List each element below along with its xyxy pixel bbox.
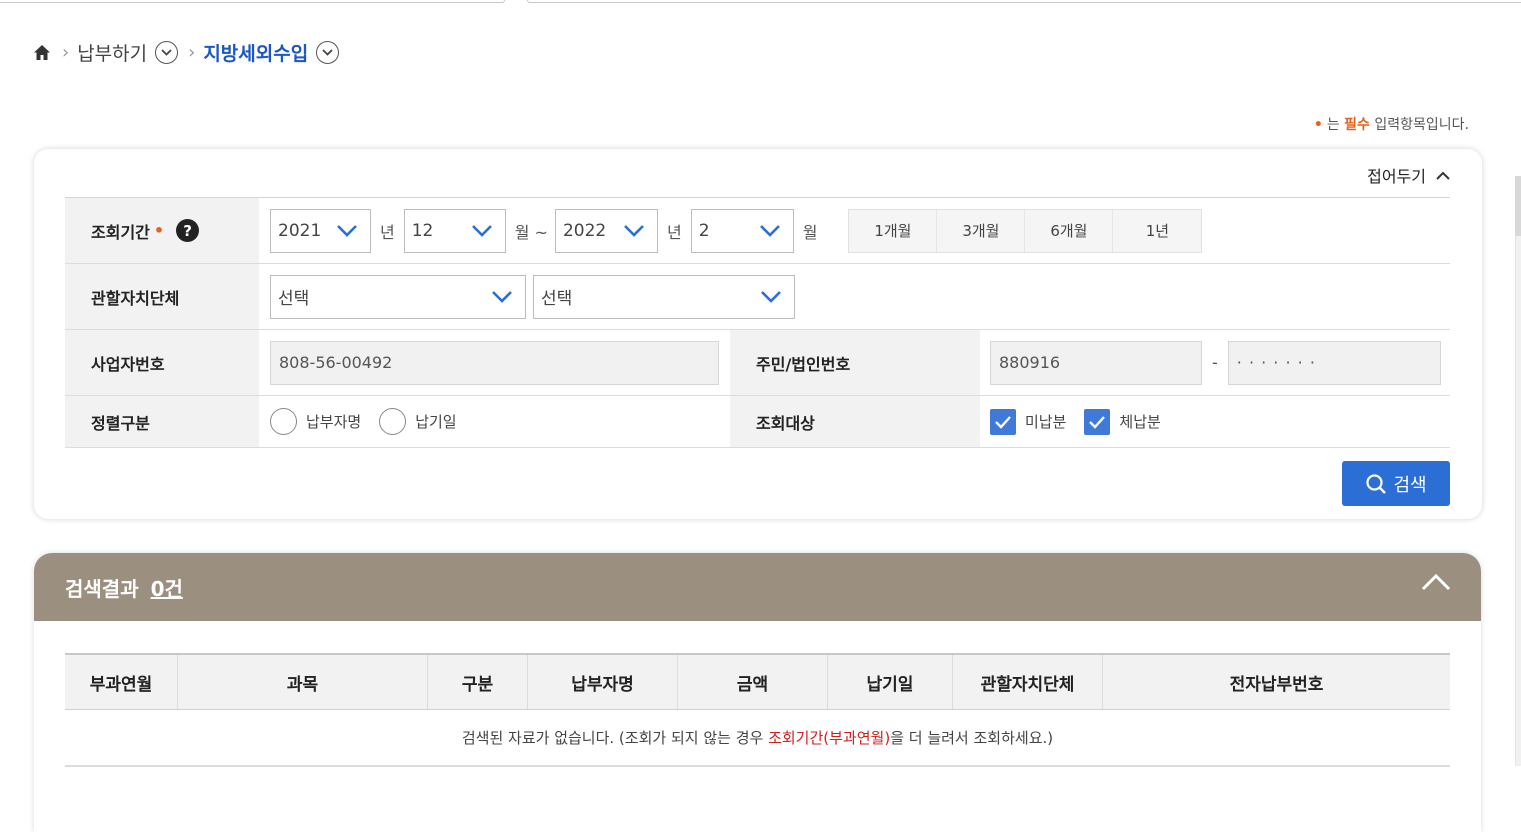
search-form-table: 조회기간 • ? 2021 년 12 월 ~ 2022 년 2 월 1개월 3개… bbox=[65, 197, 1450, 448]
chevron-up-icon bbox=[1436, 171, 1450, 180]
results-title: 검색결과 bbox=[65, 576, 139, 601]
chevron-down-icon bbox=[761, 290, 781, 303]
search-panel: 접어두기 조회기간 • ? 2021 년 12 월 ~ 2022 년 2 월 1… bbox=[34, 149, 1482, 519]
id-number-row: 사업자번호 808-56-00492 주민/법인번호 880916 - · · … bbox=[65, 330, 1450, 396]
help-icon[interactable]: ? bbox=[176, 219, 200, 242]
start-year-select[interactable]: 2021 bbox=[270, 208, 371, 253]
unpaid-checkbox[interactable] bbox=[990, 408, 1016, 435]
breadcrumb: › 납부하기 › 지방세외수입 bbox=[32, 36, 340, 68]
chevron-down-icon bbox=[337, 224, 357, 237]
period-1-month-button[interactable]: 1개월 bbox=[849, 209, 938, 252]
chevron-down-circle-icon[interactable] bbox=[316, 40, 340, 64]
end-year-select[interactable]: 2022 bbox=[554, 208, 658, 253]
home-icon[interactable] bbox=[32, 42, 52, 62]
period-row: 조회기간 • ? 2021 년 12 월 ~ 2022 년 2 월 1개월 3개… bbox=[65, 198, 1450, 264]
sort-target-row: 정렬구분 납부자명 납기일 조회대상 미납분 체납분 bbox=[65, 396, 1450, 448]
start-month-select[interactable]: 12 bbox=[403, 208, 506, 253]
scrollbar-thumb[interactable] bbox=[1515, 176, 1521, 236]
col-subject: 과목 bbox=[178, 655, 428, 709]
required-dot: • bbox=[153, 221, 165, 240]
breadcrumb-item-pay[interactable]: 납부하기 bbox=[77, 39, 147, 66]
resident-no-back-field[interactable]: · · · · · · · bbox=[1227, 340, 1441, 385]
chevron-down-icon bbox=[624, 224, 644, 237]
results-table-header: 부과연월 과목 구분 납부자명 금액 납기일 관할자치단체 전자납부번호 bbox=[65, 653, 1450, 710]
sort-label: 정렬구분 bbox=[65, 396, 259, 447]
chevron-down-circle-icon[interactable] bbox=[155, 40, 179, 64]
resident-no-front-field[interactable]: 880916 bbox=[990, 340, 1202, 385]
required-word: 필수 bbox=[1344, 117, 1370, 133]
period-label: 조회기간 • ? bbox=[65, 198, 259, 263]
chevron-up-icon bbox=[1421, 573, 1451, 591]
unpaid-label[interactable]: 미납분 bbox=[1025, 411, 1066, 432]
required-dot: • bbox=[1313, 117, 1323, 133]
results-panel: 검색결과 0건 부과연월 과목 구분 납부자명 금액 납기일 관할자치단체 전자… bbox=[34, 553, 1481, 832]
end-month-select[interactable]: 2 bbox=[690, 208, 794, 253]
chevron-down-icon bbox=[759, 224, 780, 237]
col-due-date: 납기일 bbox=[828, 655, 953, 709]
jurisdiction-select-1[interactable]: 선택 bbox=[270, 274, 526, 319]
collapse-button[interactable]: 접어두기 bbox=[1367, 163, 1450, 187]
results-table: 부과연월 과목 구분 납부자명 금액 납기일 관할자치단체 전자납부번호 검색된… bbox=[65, 653, 1450, 767]
search-icon bbox=[1366, 473, 1387, 494]
chevron-right-icon: › bbox=[188, 41, 196, 63]
empty-highlight: 조회기간(부과연월) bbox=[768, 729, 891, 747]
col-type: 구분 bbox=[428, 655, 528, 709]
quick-period-group: 1개월 3개월 6개월 1년 bbox=[848, 208, 1203, 253]
overdue-label[interactable]: 체납분 bbox=[1119, 411, 1160, 432]
chevron-down-icon bbox=[471, 224, 492, 237]
chevron-down-icon bbox=[492, 290, 512, 303]
year-unit: 년 bbox=[666, 222, 682, 242]
search-button[interactable]: 검색 bbox=[1342, 461, 1450, 506]
scrollbar-track[interactable] bbox=[1515, 176, 1521, 766]
results-header: 검색결과 0건 bbox=[34, 553, 1481, 621]
col-amount: 금액 bbox=[678, 655, 828, 709]
empty-results-message: 검색된 자료가 없습니다. (조회가 되지 않는 경우 조회기간(부과연월) 을 … bbox=[65, 710, 1450, 767]
results-collapse-button[interactable] bbox=[1421, 573, 1451, 595]
col-payer: 납부자명 bbox=[528, 655, 678, 709]
required-note: • 는 필수 입력항목입니다. bbox=[1313, 117, 1469, 133]
chevron-right-icon: › bbox=[62, 41, 70, 63]
check-icon bbox=[1089, 415, 1106, 429]
business-no-label: 사업자번호 bbox=[65, 330, 259, 395]
period-3-month-button[interactable]: 3개월 bbox=[937, 209, 1026, 252]
top-tab-border bbox=[0, 0, 1521, 4]
period-6-month-button[interactable]: 6개월 bbox=[1025, 209, 1114, 252]
business-no-field[interactable]: 808-56-00492 bbox=[270, 340, 719, 385]
target-label: 조회대상 bbox=[730, 396, 980, 447]
sort-payer-label[interactable]: 납부자명 bbox=[306, 411, 361, 432]
sort-duedate-label[interactable]: 납기일 bbox=[415, 411, 456, 432]
resident-no-dash: - bbox=[1212, 353, 1218, 372]
period-1-year-button[interactable]: 1년 bbox=[1113, 210, 1201, 252]
breadcrumb-item-current[interactable]: 지방세외수입 bbox=[203, 39, 308, 66]
check-icon bbox=[995, 415, 1011, 429]
results-count: 0건 bbox=[150, 576, 183, 601]
jurisdiction-select-2[interactable]: 선택 bbox=[533, 274, 795, 319]
overdue-checkbox[interactable] bbox=[1084, 408, 1111, 435]
col-billing-month: 부과연월 bbox=[65, 655, 178, 709]
col-jurisdiction: 관할자치단체 bbox=[953, 655, 1103, 709]
month-unit: 월 bbox=[802, 222, 818, 242]
month-range-unit: 월 ~ bbox=[514, 222, 548, 242]
resident-no-label: 주민/법인번호 bbox=[730, 330, 980, 395]
col-epay-number: 전자납부번호 bbox=[1229, 674, 1324, 695]
sort-duedate-radio[interactable] bbox=[379, 408, 407, 435]
year-unit: 년 bbox=[380, 222, 395, 242]
jurisdiction-row: 관할자치단체 선택 선택 bbox=[65, 264, 1450, 330]
sort-payer-radio[interactable] bbox=[270, 408, 297, 435]
jurisdiction-label: 관할자치단체 bbox=[65, 264, 259, 329]
